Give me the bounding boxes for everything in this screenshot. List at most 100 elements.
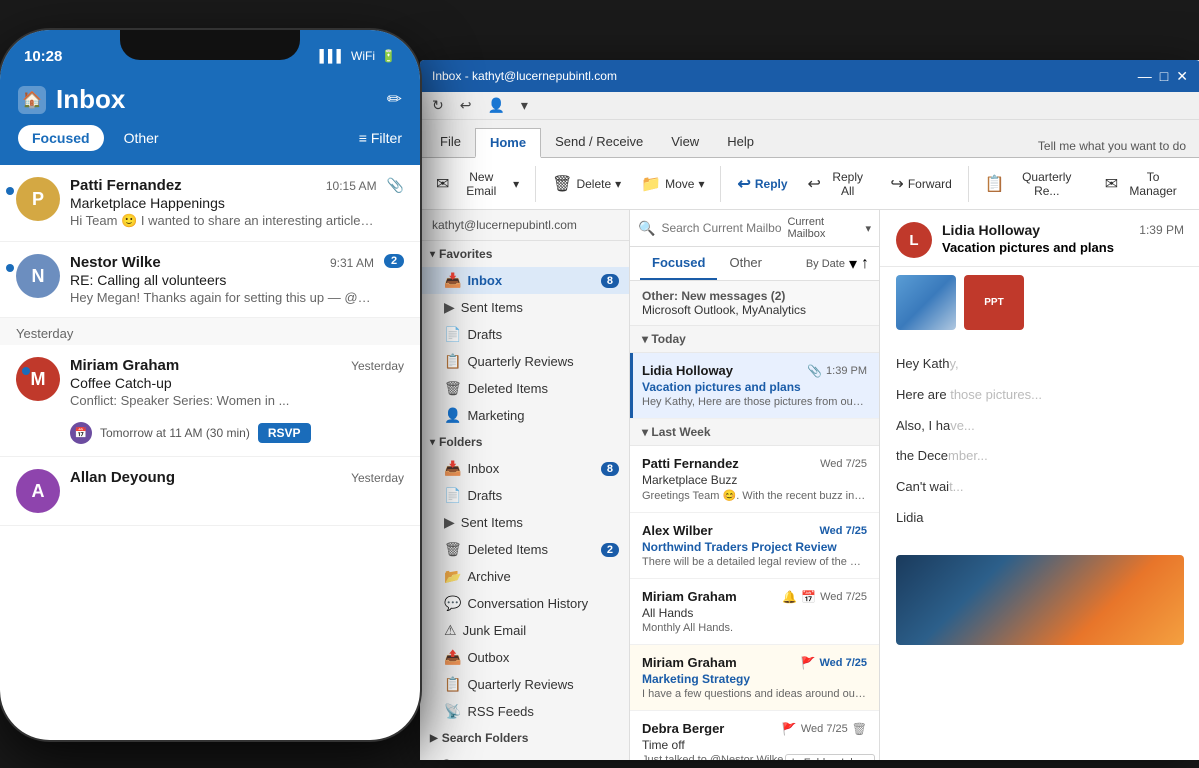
list-email-miriam-allhands[interactable]: Miriam Graham 🔔 📅 Wed 7/25 All Hands Mon… [630, 579, 879, 645]
list-sender-miriam-mkt: Miriam Graham [642, 655, 737, 670]
sidebar-folder-rss[interactable]: 📡 RSS Feeds [420, 698, 629, 725]
tab-help[interactable]: Help [713, 128, 768, 157]
list-sender-debra: Debra Berger [642, 721, 724, 736]
sent-label: Sent Items [461, 300, 523, 315]
list-time-alex: Wed 7/25 [820, 525, 868, 537]
focused-other-tabs: Focused Other By Date ▾ ↑ [630, 247, 879, 281]
reading-city-image [896, 555, 1184, 645]
rsvp-button-miriam[interactable]: RSVP [258, 423, 311, 443]
list-time-lidia: 1:39 PM [826, 365, 867, 377]
quarterly-button[interactable]: 📋 Quarterly Re... [977, 166, 1093, 202]
folders-header[interactable]: ▾ Folders [420, 429, 629, 455]
dropdown-arrow-icon[interactable]: ▾ [517, 95, 532, 116]
mailbox-dropdown[interactable]: Current Mailbox ▾ [787, 216, 871, 240]
tab-send-receive[interactable]: Send / Receive [541, 128, 657, 157]
avatar-initial-allan: A [32, 481, 45, 502]
forward-label: Forward [908, 177, 952, 191]
sidebar-item-deleted-left: 🗑 Deleted Items [444, 380, 548, 397]
marketing-label: Marketing [467, 408, 524, 423]
delete-button[interactable]: 🗑 Delete ▾ [544, 170, 629, 198]
sidebar-item-drafts[interactable]: 📄 Drafts [420, 321, 629, 348]
phone-email-item-nestor[interactable]: N Nestor Wilke 9:31 AM RE: Calling all v… [0, 242, 420, 318]
email-time-allan: Yesterday [351, 471, 404, 485]
f-inbox-label: Inbox [467, 461, 499, 476]
account-icon[interactable]: 👤 [483, 95, 508, 116]
list-email-patti[interactable]: Patti Fernandez Wed 7/25 Marketplace Buz… [630, 446, 879, 513]
phone-email-item-allan[interactable]: A Allan Deyoung Yesterday [0, 457, 420, 526]
tab-view[interactable]: View [657, 128, 713, 157]
email-subject-patti: Marketplace Happenings [70, 195, 377, 211]
list-email-debra[interactable]: Debra Berger 🚩 Wed 7/25 🗑 Time off Just … [630, 711, 879, 760]
reply-all-button[interactable]: ↩ Reply All [800, 166, 879, 202]
list-email-lidia-vacation[interactable]: Lidia Holloway 📎 1:39 PM Vacation pictur… [630, 353, 879, 419]
tell-me-input[interactable]: Tell me what you want to do [1038, 139, 1186, 153]
attachment-thumb-ppt[interactable]: PPT [964, 275, 1024, 330]
email-row1-alex: Alex Wilber Wed 7/25 [642, 523, 867, 538]
icons-lidia: 📎 1:39 PM [807, 364, 867, 378]
phone-email-item-miriam[interactable]: M Miriam Graham Yesterday Coffee Catch-u… [0, 345, 420, 457]
email-time-nestor: 9:31 AM [330, 256, 374, 270]
search-folders-header[interactable]: ▶ Search Folders [420, 725, 629, 751]
list-subject-miriam-mkt: Marketing Strategy [642, 672, 867, 686]
sidebar-folder-outbox[interactable]: 📤 Outbox [420, 644, 629, 671]
list-time-miriam-ah: Wed 7/25 [820, 591, 867, 603]
move-button[interactable]: 📁 Move ▾ [633, 170, 712, 198]
sidebar-item-marketing[interactable]: 👤 Marketing [420, 402, 629, 429]
phone-status-icons: ▌▌▌ WiFi 🔋 [320, 49, 396, 63]
sort-arrow[interactable]: ▾ [849, 254, 857, 274]
icons-debra: 🚩 Wed 7/25 🗑 [782, 722, 867, 736]
list-subject-lidia: Vacation pictures and plans [642, 380, 867, 394]
phone-tabs: Focused Other [18, 125, 173, 151]
minimize-button[interactable]: — [1138, 68, 1152, 85]
phone-notch [120, 30, 300, 60]
attachment-thumb-1[interactable] [896, 275, 956, 330]
email-row1-debra: Debra Berger 🚩 Wed 7/25 🗑 [642, 721, 867, 736]
reply-button[interactable]: ↩ Reply [729, 170, 795, 198]
phone-time: 10:28 [24, 48, 62, 65]
close-button[interactable]: ✕ [1176, 68, 1188, 85]
list-email-miriam-marketing[interactable]: Miriam Graham 🚩 Wed 7/25 Marketing Strat… [630, 645, 879, 711]
undo-icon[interactable]: ↩ [456, 95, 476, 116]
sidebar-folder-archive[interactable]: 📂 Archive [420, 563, 629, 590]
move-icon: 📁 [641, 174, 661, 194]
forward-button[interactable]: ↪ Forward [882, 170, 959, 198]
sidebar-folder-deleted[interactable]: 🗑 Deleted Items 2 [420, 536, 629, 563]
sort-button[interactable]: By Date [806, 258, 845, 270]
search-input[interactable] [661, 221, 781, 235]
f-inbox-icon: 📥 [444, 460, 461, 477]
tab-home[interactable]: Home [475, 128, 541, 158]
reply-icon: ↩ [737, 174, 750, 194]
sort-direction[interactable]: ↑ [861, 255, 869, 273]
email-subject-miriam: Coffee Catch-up [70, 375, 404, 391]
sidebar-folder-conv[interactable]: 💬 Conversation History [420, 590, 629, 617]
tab-focused[interactable]: Focused [640, 247, 717, 280]
groups-header[interactable]: ▶ Groups [420, 751, 629, 760]
reply-all-label: Reply All [825, 170, 870, 198]
tab-other[interactable]: Other [717, 247, 774, 280]
phone-tab-other[interactable]: Other [110, 125, 173, 151]
phone-edit-icon[interactable]: ✏ [387, 89, 402, 110]
sidebar-item-sent[interactable]: ▶ Sent Items [420, 294, 629, 321]
sidebar-folder-quarterly[interactable]: 📋 Quarterly Reviews [420, 671, 629, 698]
sidebar-item-inbox[interactable]: 📥 Inbox 8 [420, 267, 629, 294]
reading-avatar: L [896, 222, 932, 258]
sidebar-item-quarterly[interactable]: 📋 Quarterly Reviews [420, 348, 629, 375]
sidebar-item-deleted[interactable]: 🗑 Deleted Items [420, 375, 629, 402]
new-email-button[interactable]: ✉ New Email ▾ [428, 166, 527, 202]
sidebar-folder-drafts[interactable]: 📄 Drafts [420, 482, 629, 509]
phone-email-item-patti[interactable]: P Patti Fernandez 10:15 AM Marketplace H… [0, 165, 420, 242]
sidebar-folder-junk[interactable]: ⚠ Junk Email [420, 617, 629, 644]
refresh-icon[interactable]: ↻ [428, 95, 448, 116]
tab-file[interactable]: File [426, 128, 475, 157]
f-drafts-label: Drafts [467, 488, 502, 503]
avatar-nestor: N [16, 254, 60, 298]
list-email-alex[interactable]: Alex Wilber Wed 7/25 Northwind Traders P… [630, 513, 879, 579]
sidebar-folder-inbox[interactable]: 📥 Inbox 8 [420, 455, 629, 482]
phone-filter-row: Focused Other ≡ Filter [18, 125, 402, 151]
phone-tab-focused[interactable]: Focused [18, 125, 104, 151]
maximize-button[interactable]: □ [1160, 68, 1168, 85]
sidebar-folder-sent[interactable]: ▶ Sent Items [420, 509, 629, 536]
to-manager-button[interactable]: ✉ To Manager [1097, 166, 1192, 202]
favorites-header[interactable]: ▾ Favorites [420, 241, 629, 267]
phone-filter-button[interactable]: ≡ Filter [359, 130, 402, 146]
